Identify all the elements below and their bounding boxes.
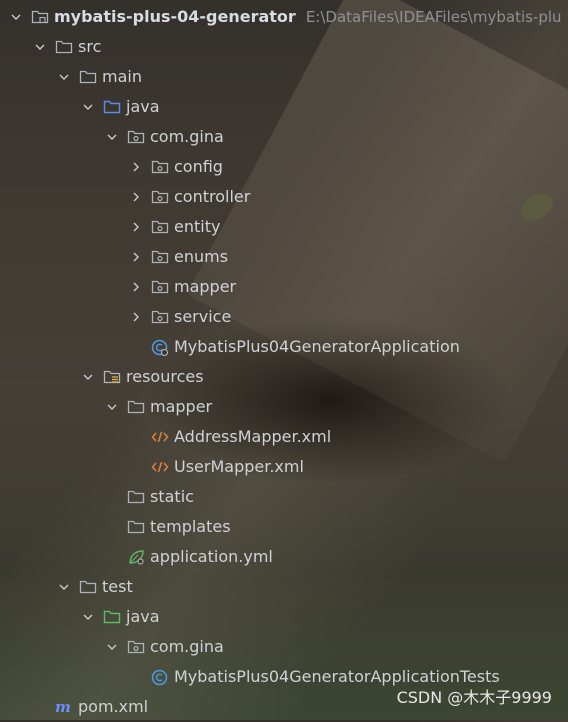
chevron-right-icon[interactable] (128, 219, 144, 235)
tree-row-xml-user[interactable]: UserMapper.xml (0, 452, 568, 482)
package-icon (127, 129, 145, 145)
chevron-down-icon[interactable] (104, 399, 120, 415)
folder-label: mapper (150, 397, 213, 416)
package-label: controller (174, 187, 251, 206)
tree-row-com-gina-test[interactable]: com.gina (0, 632, 568, 662)
tree-row-package-mapper[interactable]: mapper (0, 272, 568, 302)
folder-label: src (78, 37, 102, 56)
package-label: enums (174, 247, 229, 266)
project-path: E:\DataFiles\IDEAFiles\mybatis-plu (305, 8, 562, 26)
class-label: MybatisPlus04GeneratorApplication (174, 337, 460, 356)
svg-text:m: m (55, 699, 71, 715)
chevron-down-icon[interactable] (56, 69, 72, 85)
tree-row-package-service[interactable]: service (0, 302, 568, 332)
xml-file-icon (151, 459, 169, 475)
folder-label: main (102, 67, 142, 86)
tree-row-src[interactable]: src (0, 32, 568, 62)
package-label: config (174, 157, 223, 176)
tree-row-static[interactable]: static (0, 482, 568, 512)
tree-row-com-gina[interactable]: com.gina (0, 122, 568, 152)
package-icon (127, 639, 145, 655)
test-source-folder-icon (103, 609, 121, 625)
package-label: mapper (174, 277, 237, 296)
chevron-down-icon[interactable] (80, 369, 96, 385)
chevron-down-icon[interactable] (80, 99, 96, 115)
folder-label: resources (126, 367, 204, 386)
package-icon (151, 309, 169, 325)
chevron-down-icon[interactable] (80, 609, 96, 625)
folder-label: java (126, 97, 160, 116)
folder-icon (127, 399, 145, 415)
package-label: com.gina (150, 637, 224, 656)
tree-row-package-enums[interactable]: enums (0, 242, 568, 272)
tree-row-templates[interactable]: templates (0, 512, 568, 542)
chevron-down-icon[interactable] (104, 639, 120, 655)
folder-label: test (102, 577, 133, 596)
tree-row-main[interactable]: main (0, 62, 568, 92)
file-label: AddressMapper.xml (174, 427, 332, 446)
package-label: entity (174, 217, 221, 236)
file-label: pom.xml (78, 697, 149, 716)
file-label: application.yml (150, 547, 273, 566)
package-icon (151, 189, 169, 205)
folder-icon (79, 579, 97, 595)
chevron-right-icon[interactable] (128, 309, 144, 325)
tree-row-package-controller[interactable]: controller (0, 182, 568, 212)
tree-row-resources[interactable]: resources (0, 362, 568, 392)
folder-icon (127, 519, 145, 535)
project-tree: mybatis-plus-04-generator E:\DataFiles\I… (0, 2, 568, 722)
chevron-right-icon[interactable] (128, 279, 144, 295)
folder-icon (55, 39, 73, 55)
tree-row-java-main[interactable]: java (0, 92, 568, 122)
project-name: mybatis-plus-04-generator (54, 7, 296, 26)
tree-row-res-mapper[interactable]: mapper (0, 392, 568, 422)
chevron-right-icon[interactable] (128, 159, 144, 175)
package-icon (151, 279, 169, 295)
package-icon (151, 249, 169, 265)
package-label: com.gina (150, 127, 224, 146)
chevron-right-icon[interactable] (128, 189, 144, 205)
tree-row-package-config[interactable]: config (0, 152, 568, 182)
watermark: CSDN @木木子9999 (396, 688, 552, 707)
chevron-down-icon[interactable] (104, 129, 120, 145)
tree-row-xml-address[interactable]: AddressMapper.xml (0, 422, 568, 452)
resources-folder-icon (103, 369, 121, 385)
tree-row-project[interactable]: mybatis-plus-04-generator E:\DataFiles\I… (0, 2, 568, 32)
tree-row-app-class[interactable]: MybatisPlus04GeneratorApplication (0, 332, 568, 362)
tree-row-test[interactable]: test (0, 572, 568, 602)
maven-icon: m (55, 699, 73, 715)
package-icon (151, 219, 169, 235)
tree-row-java-test[interactable]: java (0, 602, 568, 632)
folder-label: static (150, 487, 194, 506)
spring-class-icon (151, 339, 169, 356)
module-folder-icon (31, 9, 49, 25)
xml-file-icon (151, 429, 169, 445)
folder-icon (79, 69, 97, 85)
package-label: service (174, 307, 232, 326)
chevron-down-icon[interactable] (56, 579, 72, 595)
folder-icon (127, 489, 145, 505)
chevron-right-icon[interactable] (128, 249, 144, 265)
class-icon (151, 669, 169, 686)
chevron-down-icon[interactable] (8, 9, 24, 25)
package-icon (151, 159, 169, 175)
folder-label: java (126, 607, 160, 626)
spring-leaf-icon (127, 549, 145, 565)
chevron-down-icon[interactable] (32, 39, 48, 55)
folder-label: templates (150, 517, 231, 536)
tree-row-package-entity[interactable]: entity (0, 212, 568, 242)
file-label: UserMapper.xml (174, 457, 304, 476)
source-folder-icon (103, 99, 121, 115)
tree-row-app-yml[interactable]: application.yml (0, 542, 568, 572)
